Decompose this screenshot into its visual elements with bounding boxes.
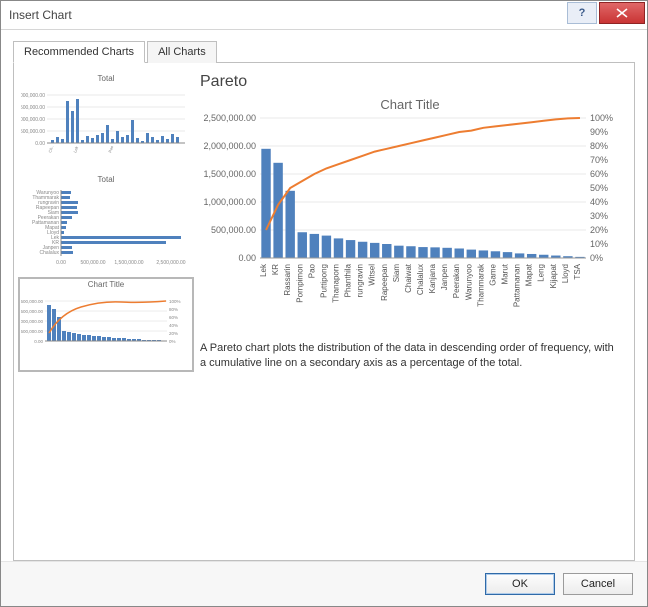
svg-text:Chaiwat: Chaiwat [404, 263, 413, 293]
svg-text:Phanthila: Phanthila [344, 263, 353, 297]
svg-text:2,500,000.00: 2,500,000.00 [203, 114, 256, 123]
preview-heading: Pareto [200, 73, 620, 91]
svg-text:Pattamanan: Pattamanan [513, 264, 522, 307]
svg-text:1,000,000.00: 1,000,000.00 [21, 117, 45, 123]
svg-text:20%: 20% [590, 225, 608, 235]
svg-text:0.00: 0.00 [238, 253, 256, 263]
tab-strip: Recommended Charts All Charts [13, 41, 635, 63]
svg-text:0.00: 0.00 [35, 141, 45, 147]
thumb-title: Chart Title [21, 280, 191, 289]
svg-text:50%: 50% [590, 183, 608, 193]
svg-text:Chalalux: Chalalux [40, 250, 60, 256]
svg-text:0.00: 0.00 [34, 339, 43, 344]
svg-text:Rapeepan: Rapeepan [380, 264, 389, 301]
chart-thumbnails: Total 0.00 500,000.00 1,000,000.00 1,500,0… [14, 63, 198, 560]
svg-text:Thammarak: Thammarak [476, 263, 485, 307]
svg-text:0%: 0% [590, 253, 603, 263]
close-button[interactable] [599, 2, 645, 24]
svg-text:Kanjana: Kanjana [428, 263, 437, 293]
tab-panel: Total 0.00 500,000.00 1,000,000.00 1,500,0… [13, 62, 635, 561]
svg-text:500,000.00: 500,000.00 [21, 329, 43, 334]
svg-text:100%: 100% [590, 114, 613, 123]
svg-text:500,000.00: 500,000.00 [21, 129, 45, 135]
svg-text:2,500,000.00: 2,500,000.00 [21, 299, 43, 304]
svg-text:Marut: Marut [501, 263, 510, 284]
svg-text:20%: 20% [169, 331, 178, 336]
svg-text:Puttipong: Puttipong [319, 264, 328, 298]
svg-text:100%: 100% [169, 299, 181, 304]
svg-text:60%: 60% [590, 169, 608, 179]
svg-text:90%: 90% [590, 127, 608, 137]
svg-text:Pornpimon: Pornpimon [295, 264, 304, 303]
svg-text:500,000.00: 500,000.00 [80, 260, 105, 266]
svg-text:1,000,000.00: 1,000,000.00 [21, 319, 43, 324]
svg-text:70%: 70% [590, 155, 608, 165]
svg-text:10%: 10% [590, 239, 608, 249]
svg-text:Chalalux: Chalalux [416, 264, 425, 295]
svg-text:2,000,000.00: 2,000,000.00 [203, 141, 256, 151]
chart-title: Chart Title [200, 97, 620, 112]
pareto-chart: Chart Title 0.00 500,000.00 1,000,000.00 1,… [200, 97, 620, 321]
insert-chart-dialog: Insert Chart ? Recommended Charts All Ch… [0, 0, 648, 607]
svg-text:Lek: Lek [72, 146, 79, 154]
svg-text:Pao: Pao [107, 144, 114, 153]
svg-text:1,500,000.00: 1,500,000.00 [21, 309, 43, 314]
chart-thumb-pareto[interactable]: Chart Title 0.00 500,000.00 1,000,000.00 1… [18, 277, 194, 372]
window-title: Insert Chart [9, 8, 72, 22]
svg-text:Siam: Siam [392, 264, 401, 283]
svg-text:Lek: Lek [259, 263, 268, 277]
svg-text:40%: 40% [590, 197, 608, 207]
svg-text:Game: Game [488, 263, 497, 285]
chart-description: A Pareto chart plots the distribution of… [200, 341, 620, 371]
preview-pane: Pareto Chart Title 0.00 500,000.00 1,000,0… [198, 63, 634, 560]
svg-text:1,500,000.00: 1,500,000.00 [203, 169, 256, 179]
svg-text:1,000,000.00: 1,000,000.00 [203, 197, 256, 207]
svg-text:Rassarin: Rassarin [283, 264, 292, 296]
svg-text:rungravin: rungravin [356, 264, 365, 297]
chart-thumb-column[interactable]: Total 0.00 500,000.00 1,000,000.00 1,500,0… [18, 71, 194, 166]
svg-text:0.00: 0.00 [56, 260, 66, 266]
svg-text:2,500,000.00: 2,500,000.00 [156, 260, 185, 266]
ok-button[interactable]: OK [485, 573, 555, 595]
svg-text:80%: 80% [590, 141, 608, 151]
svg-text:Thanaporn: Thanaporn [331, 264, 340, 303]
svg-text:500,000.00: 500,000.00 [211, 225, 256, 235]
svg-text:Ch..: Ch.. [47, 145, 54, 154]
thumb-title: Total [21, 74, 191, 83]
thumb-title: Total [21, 175, 191, 184]
svg-text:Mapat: Mapat [525, 263, 534, 286]
svg-text:2,000,000.00: 2,000,000.00 [21, 93, 45, 99]
svg-text:Kijapat: Kijapat [549, 263, 558, 288]
svg-text:Leng: Leng [537, 264, 546, 282]
svg-text:40%: 40% [169, 323, 178, 328]
svg-text:Peerakan: Peerakan [452, 264, 461, 298]
svg-text:Witsel: Witsel [368, 264, 377, 286]
cancel-button[interactable]: Cancel [563, 573, 633, 595]
svg-text:30%: 30% [590, 211, 608, 221]
close-icon [616, 8, 628, 18]
titlebar: Insert Chart ? [1, 1, 647, 30]
svg-text:KR: KR [271, 264, 280, 275]
tab-recommended-charts[interactable]: Recommended Charts [13, 41, 145, 63]
svg-text:0%: 0% [169, 339, 176, 344]
svg-text:Pao: Pao [307, 263, 316, 278]
dialog-footer: OK Cancel [1, 561, 647, 606]
svg-text:1,500,000.00: 1,500,000.00 [114, 260, 143, 266]
chart-thumb-bar[interactable]: Total WarunyooThammarakrungravin Rapeepa… [18, 172, 194, 271]
help-button[interactable]: ? [567, 2, 597, 24]
svg-text:80%: 80% [169, 307, 178, 312]
svg-text:60%: 60% [169, 315, 178, 320]
svg-text:Janpen: Janpen [440, 264, 449, 290]
svg-text:Warunyoo: Warunyoo [464, 263, 473, 300]
tab-all-charts[interactable]: All Charts [147, 41, 217, 63]
svg-text:TSA: TSA [573, 263, 582, 279]
svg-text:Lloyd: Lloyd [561, 264, 570, 283]
svg-text:1,500,000.00: 1,500,000.00 [21, 105, 45, 111]
